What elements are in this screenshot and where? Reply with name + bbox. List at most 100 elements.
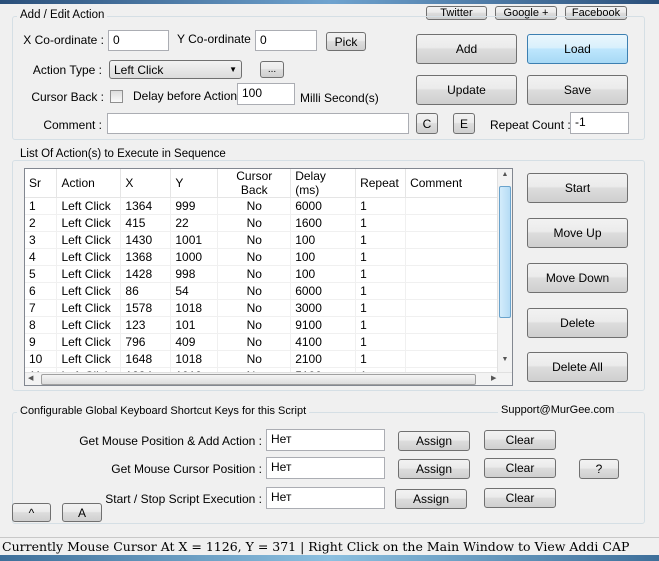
column-header[interactable]: Y [170, 169, 219, 198]
table-row[interactable]: 2 Left Click 415 22 No 1600 1 [25, 214, 498, 232]
assign-button[interactable]: Assign [398, 431, 470, 451]
shortcut-input[interactable]: Нет [266, 487, 385, 509]
table-cell: 100 [290, 248, 357, 266]
table-row[interactable]: 1 Left Click 1364 999 No 6000 1 [25, 197, 498, 215]
table-cell: No [217, 316, 292, 334]
x-coordinate-input[interactable]: 0 [108, 30, 169, 51]
table-cell: 999 [170, 197, 219, 215]
table-cell: Left Click [56, 350, 122, 368]
repeat-count-label: Repeat Count : [490, 118, 571, 132]
table-cell: 6 [25, 282, 58, 300]
table-cell: 1 [355, 248, 407, 266]
scroll-right-icon[interactable]: ▶ [491, 374, 496, 382]
clear-button[interactable]: Clear [484, 430, 556, 450]
status-text: Currently Mouse Cursor At X = 1126, Y = … [2, 539, 630, 554]
action-type-select[interactable]: Left Click ▼ [109, 60, 242, 79]
table-cell: 998 [170, 265, 219, 283]
table-cell: 2100 [290, 350, 357, 368]
comment-label: Comment : [43, 118, 102, 132]
comment-input[interactable] [107, 113, 409, 134]
scroll-down-icon[interactable]: ▼ [499, 356, 511, 369]
table-cell: 796 [120, 333, 172, 351]
table-cell [405, 333, 498, 351]
horizontal-scroll-thumb[interactable] [41, 374, 476, 385]
table-cell: 9 [25, 333, 58, 351]
table-cell: No [217, 248, 292, 266]
column-header[interactable]: Cursor Back [217, 169, 292, 198]
start-button[interactable]: Start [527, 173, 628, 203]
e-button[interactable]: E [453, 113, 475, 134]
table-cell: No [217, 282, 292, 300]
table-cell: 1600 [290, 214, 357, 232]
cursor-back-label: Cursor Back : [31, 90, 104, 104]
a-button[interactable]: A [62, 503, 102, 522]
window-frame-top [0, 0, 659, 4]
help-button[interactable]: ? [579, 459, 619, 479]
repeat-count-input[interactable]: -1 [570, 112, 629, 134]
c-button[interactable]: C [416, 113, 438, 134]
table-cell [405, 197, 498, 215]
table-row[interactable]: 5 Left Click 1428 998 No 100 1 [25, 265, 498, 283]
table-cell: 6000 [290, 197, 357, 215]
move-up-button[interactable]: Move Up [527, 218, 628, 248]
action-table[interactable]: Sr Action X Y Cursor Back Delay (ms) Repeat Com… [24, 168, 513, 386]
column-header[interactable]: X [120, 169, 172, 198]
delay-input[interactable]: 100 [237, 83, 295, 105]
table-cell: 1 [355, 231, 407, 249]
table-cell: 8 [25, 316, 58, 334]
assign-button[interactable]: Assign [395, 489, 467, 509]
table-cell: 1430 [120, 231, 172, 249]
shortcut-input[interactable]: Нет [266, 429, 385, 451]
scroll-up-icon[interactable]: ▲ [499, 171, 511, 184]
assign-button[interactable]: Assign [398, 459, 470, 479]
table-cell: 1578 [120, 299, 172, 317]
pick-button[interactable]: Pick [326, 32, 366, 51]
table-cell: Left Click [56, 197, 122, 215]
table-row[interactable]: 8 Left Click 123 101 No 9100 1 [25, 316, 498, 334]
column-header[interactable]: Delay (ms) [290, 169, 357, 198]
more-options-button[interactable]: ... [260, 61, 284, 78]
table-row[interactable]: 3 Left Click 1430 1001 No 100 1 [25, 231, 498, 249]
shortcuts-title: Configurable Global Keyboard Shortcut Ke… [17, 405, 310, 417]
column-header[interactable]: Action [56, 169, 122, 198]
update-button[interactable]: Update [416, 75, 517, 105]
table-cell: 1 [355, 350, 407, 368]
table-cell: 22 [170, 214, 219, 232]
delete-button[interactable]: Delete [527, 308, 628, 338]
column-header[interactable]: Sr [25, 169, 58, 198]
scroll-left-icon[interactable]: ◀ [28, 374, 33, 382]
delete-all-button[interactable]: Delete All [527, 352, 628, 382]
column-header[interactable]: Comment [405, 169, 498, 198]
shortcut-input[interactable]: Нет [266, 457, 385, 479]
table-row[interactable]: 10 Left Click 1648 1018 No 2100 1 [25, 350, 498, 368]
table-cell: 1 [355, 214, 407, 232]
table-cell [405, 214, 498, 232]
vertical-scrollbar[interactable]: ▲ ▼ [497, 169, 512, 372]
table-row[interactable]: 4 Left Click 1368 1000 No 100 1 [25, 248, 498, 266]
table-row[interactable]: 7 Left Click 1578 1018 No 3000 1 [25, 299, 498, 317]
clear-button[interactable]: Clear [484, 488, 556, 508]
cursor-back-checkbox[interactable] [110, 90, 123, 103]
table-cell: No [217, 350, 292, 368]
table-cell: 1648 [120, 350, 172, 368]
load-button[interactable]: Load [527, 34, 628, 64]
table-cell: 2 [25, 214, 58, 232]
table-cell: Left Click [56, 214, 122, 232]
vertical-scroll-thumb[interactable] [499, 186, 511, 318]
table-row[interactable]: 9 Left Click 796 409 No 4100 1 [25, 333, 498, 351]
support-email-link[interactable]: Support@MurGee.com [498, 404, 618, 416]
table-cell: 1428 [120, 265, 172, 283]
table-cell: 1001 [170, 231, 219, 249]
save-button[interactable]: Save [527, 75, 628, 105]
add-button[interactable]: Add [416, 34, 517, 64]
horizontal-scrollbar[interactable]: ◀ ▶ [25, 372, 512, 385]
clear-button[interactable]: Clear [484, 458, 556, 478]
table-cell: 1368 [120, 248, 172, 266]
y-coordinate-label: Y Co-ordinate : [177, 32, 258, 46]
column-header[interactable]: Repeat [355, 169, 407, 198]
move-down-button[interactable]: Move Down [527, 263, 628, 293]
collapse-button[interactable]: ^ [12, 503, 51, 522]
y-coordinate-input[interactable]: 0 [255, 30, 317, 51]
table-row[interactable]: 6 Left Click 86 54 No 6000 1 [25, 282, 498, 300]
table-cell: 7 [25, 299, 58, 317]
